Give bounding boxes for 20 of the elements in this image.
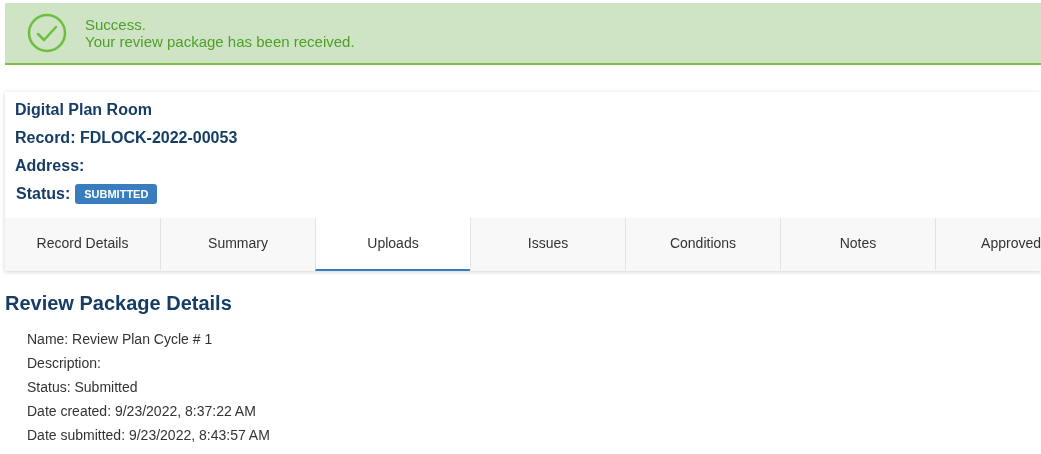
detail-line: Status: Submitted: [27, 378, 139, 397]
section-title: Review Package Details: [5, 291, 233, 315]
address-label: Address:: [15, 156, 86, 176]
record-number: Record: FDLOCK-2022-00053: [15, 128, 239, 148]
status-label: Status:: [16, 184, 71, 204]
card-heading: Digital Plan Room: [15, 100, 153, 120]
detail-line: Name: Review Plan Cycle # 1: [27, 330, 214, 349]
tab[interactable]: Issues: [470, 218, 625, 271]
tab[interactable]: Approved: [935, 218, 1041, 271]
detail-line: Date submitted: 9/23/2022, 8:43:57 AM: [27, 426, 271, 445]
alert-title: Success.: [85, 16, 147, 33]
check-circle-icon: [27, 13, 67, 53]
tab[interactable]: Notes: [780, 218, 935, 271]
tab[interactable]: Record Details: [5, 218, 160, 271]
tab[interactable]: Conditions: [625, 218, 780, 271]
tab[interactable]: Uploads: [315, 218, 470, 271]
detail-line: Date created: 9/23/2022, 8:37:22 AM: [27, 402, 257, 421]
detail-line: Description:: [27, 354, 102, 373]
alert-message: Your review package has been received.: [85, 33, 355, 50]
status-badge: SUBMITTED: [75, 184, 158, 204]
